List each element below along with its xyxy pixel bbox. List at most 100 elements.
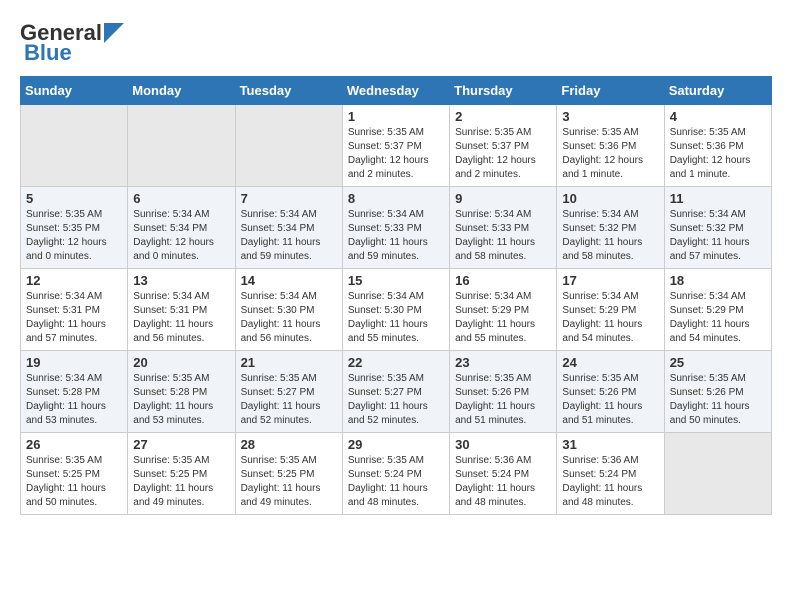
day-info: Sunrise: 5:35 AM Sunset: 5:36 PM Dayligh… [670, 126, 766, 182]
day-info: Sunrise: 5:34 AM Sunset: 5:33 PM Dayligh… [348, 208, 444, 264]
calendar-cell: 19 Sunrise: 5:34 AM Sunset: 5:28 PM Dayli… [21, 351, 128, 433]
calendar-cell: 28 Sunrise: 5:35 AM Sunset: 5:25 PM Dayli… [235, 433, 342, 515]
calendar-cell: 13Sunrise: 5:34 AM Sunset: 5:31 PM Dayli… [128, 269, 235, 351]
day-number: 16 [455, 273, 551, 288]
calendar-cell: 24 Sunrise: 5:35 AM Sunset: 5:26 PM Dayli… [557, 351, 664, 433]
calendar-cell: 6 Sunrise: 5:34 AM Sunset: 5:34 PM Daylig… [128, 187, 235, 269]
day-info: Sunrise: 5:35 AM Sunset: 5:24 PM Dayligh… [348, 454, 444, 510]
calendar-cell: 16 Sunrise: 5:34 AM Sunset: 5:29 PM Dayli… [450, 269, 557, 351]
calendar-cell: 21 Sunrise: 5:35 AM Sunset: 5:27 PM Dayli… [235, 351, 342, 433]
day-info: Sunrise: 5:34 AM Sunset: 5:29 PM Dayligh… [670, 290, 766, 346]
calendar-header-row: SundayMondayTuesdayWednesdayThursdayFrid… [21, 77, 772, 105]
day-info: Sunrise: 5:35 AM Sunset: 5:27 PM Dayligh… [348, 372, 444, 428]
calendar-cell: 2 Sunrise: 5:35 AM Sunset: 5:37 PM Daylig… [450, 105, 557, 187]
day-number: 25 [670, 355, 766, 370]
day-number: 10 [562, 191, 658, 206]
calendar-cell [21, 105, 128, 187]
day-number: 21 [241, 355, 337, 370]
day-number: 14 [241, 273, 337, 288]
calendar-cell: 7 Sunrise: 5:34 AM Sunset: 5:34 PM Daylig… [235, 187, 342, 269]
day-number: 2 [455, 109, 551, 124]
header-monday: Monday [128, 77, 235, 105]
calendar-cell: 31 Sunrise: 5:36 AM Sunset: 5:24 PM Dayli… [557, 433, 664, 515]
calendar-cell [128, 105, 235, 187]
day-info: Sunrise: 5:34 AM Sunset: 5:34 PM Dayligh… [241, 208, 337, 264]
header-sunday: Sunday [21, 77, 128, 105]
day-info: Sunrise: 5:36 AM Sunset: 5:24 PM Dayligh… [562, 454, 658, 510]
day-number: 7 [241, 191, 337, 206]
calendar-table: SundayMondayTuesdayWednesdayThursdayFrid… [20, 76, 772, 515]
day-info: Sunrise: 5:35 AM Sunset: 5:37 PM Dayligh… [348, 126, 444, 182]
logo-icon [104, 23, 124, 43]
header-friday: Friday [557, 77, 664, 105]
day-number: 29 [348, 437, 444, 452]
logo-blue: Blue [24, 40, 72, 66]
day-info: Sunrise: 5:35 AM Sunset: 5:28 PM Dayligh… [133, 372, 229, 428]
day-info: Sunrise: 5:35 AM Sunset: 5:37 PM Dayligh… [455, 126, 551, 182]
calendar-week-3: 12 Sunrise: 5:34 AM Sunset: 5:31 PM Dayli… [21, 269, 772, 351]
day-number: 28 [241, 437, 337, 452]
logo: General Blue [20, 20, 124, 66]
calendar-week-4: 19 Sunrise: 5:34 AM Sunset: 5:28 PM Dayli… [21, 351, 772, 433]
day-number: 12 [26, 273, 122, 288]
header-saturday: Saturday [664, 77, 771, 105]
calendar-cell: 17Sunrise: 5:34 AM Sunset: 5:29 PM Dayli… [557, 269, 664, 351]
page-header: General Blue [20, 20, 772, 66]
day-info: Sunrise: 5:35 AM Sunset: 5:35 PM Dayligh… [26, 208, 122, 264]
calendar-cell: 11 Sunrise: 5:34 AM Sunset: 5:32 PM Dayli… [664, 187, 771, 269]
day-number: 31 [562, 437, 658, 452]
day-info: Sunrise: 5:35 AM Sunset: 5:36 PM Dayligh… [562, 126, 658, 182]
calendar-cell: 15 Sunrise: 5:34 AM Sunset: 5:30 PM Dayli… [342, 269, 449, 351]
calendar-week-2: 5 Sunrise: 5:35 AM Sunset: 5:35 PM Daylig… [21, 187, 772, 269]
calendar-cell: 23Sunrise: 5:35 AM Sunset: 5:26 PM Dayli… [450, 351, 557, 433]
day-number: 30 [455, 437, 551, 452]
day-info: Sunrise: 5:35 AM Sunset: 5:26 PM Dayligh… [562, 372, 658, 428]
day-info: Sunrise: 5:34 AM Sunset: 5:30 PM Dayligh… [348, 290, 444, 346]
calendar-cell: 9Sunrise: 5:34 AM Sunset: 5:33 PM Daylig… [450, 187, 557, 269]
calendar-cell: 22 Sunrise: 5:35 AM Sunset: 5:27 PM Dayli… [342, 351, 449, 433]
day-info: Sunrise: 5:34 AM Sunset: 5:28 PM Dayligh… [26, 372, 122, 428]
day-info: Sunrise: 5:34 AM Sunset: 5:34 PM Dayligh… [133, 208, 229, 264]
day-number: 8 [348, 191, 444, 206]
day-number: 24 [562, 355, 658, 370]
day-number: 22 [348, 355, 444, 370]
calendar-cell: 12 Sunrise: 5:34 AM Sunset: 5:31 PM Dayli… [21, 269, 128, 351]
day-number: 11 [670, 191, 766, 206]
calendar-cell: 3 Sunrise: 5:35 AM Sunset: 5:36 PM Daylig… [557, 105, 664, 187]
day-number: 26 [26, 437, 122, 452]
calendar-cell: 29 Sunrise: 5:35 AM Sunset: 5:24 PM Dayli… [342, 433, 449, 515]
day-number: 13 [133, 273, 229, 288]
day-info: Sunrise: 5:34 AM Sunset: 5:33 PM Dayligh… [455, 208, 551, 264]
calendar-cell: 1 Sunrise: 5:35 AM Sunset: 5:37 PM Daylig… [342, 105, 449, 187]
day-number: 18 [670, 273, 766, 288]
day-number: 5 [26, 191, 122, 206]
day-number: 4 [670, 109, 766, 124]
day-number: 27 [133, 437, 229, 452]
day-info: Sunrise: 5:34 AM Sunset: 5:30 PM Dayligh… [241, 290, 337, 346]
day-info: Sunrise: 5:35 AM Sunset: 5:25 PM Dayligh… [133, 454, 229, 510]
day-info: Sunrise: 5:34 AM Sunset: 5:31 PM Dayligh… [26, 290, 122, 346]
calendar-cell [235, 105, 342, 187]
day-info: Sunrise: 5:34 AM Sunset: 5:32 PM Dayligh… [670, 208, 766, 264]
day-info: Sunrise: 5:35 AM Sunset: 5:25 PM Dayligh… [26, 454, 122, 510]
day-info: Sunrise: 5:34 AM Sunset: 5:29 PM Dayligh… [455, 290, 551, 346]
calendar-cell: 5 Sunrise: 5:35 AM Sunset: 5:35 PM Daylig… [21, 187, 128, 269]
calendar-week-1: 1 Sunrise: 5:35 AM Sunset: 5:37 PM Daylig… [21, 105, 772, 187]
calendar-cell: 8 Sunrise: 5:34 AM Sunset: 5:33 PM Daylig… [342, 187, 449, 269]
header-wednesday: Wednesday [342, 77, 449, 105]
day-number: 1 [348, 109, 444, 124]
day-info: Sunrise: 5:34 AM Sunset: 5:29 PM Dayligh… [562, 290, 658, 346]
day-number: 19 [26, 355, 122, 370]
calendar-cell: 26 Sunrise: 5:35 AM Sunset: 5:25 PM Dayli… [21, 433, 128, 515]
day-number: 6 [133, 191, 229, 206]
day-number: 3 [562, 109, 658, 124]
day-number: 23 [455, 355, 551, 370]
calendar-cell: 18 Sunrise: 5:34 AM Sunset: 5:29 PM Dayli… [664, 269, 771, 351]
header-thursday: Thursday [450, 77, 557, 105]
calendar-cell: 30Sunrise: 5:36 AM Sunset: 5:24 PM Dayli… [450, 433, 557, 515]
day-info: Sunrise: 5:35 AM Sunset: 5:27 PM Dayligh… [241, 372, 337, 428]
day-number: 15 [348, 273, 444, 288]
day-info: Sunrise: 5:35 AM Sunset: 5:25 PM Dayligh… [241, 454, 337, 510]
day-number: 20 [133, 355, 229, 370]
header-tuesday: Tuesday [235, 77, 342, 105]
